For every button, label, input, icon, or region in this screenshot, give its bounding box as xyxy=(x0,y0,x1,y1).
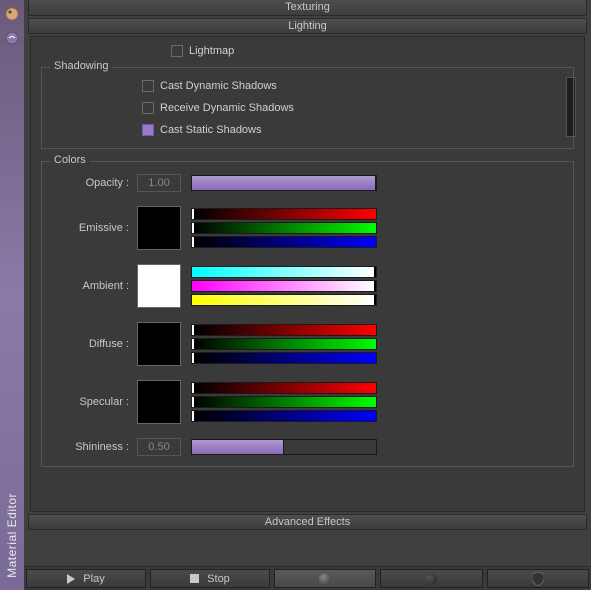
play-label: Play xyxy=(83,573,104,585)
emissive-sliders xyxy=(191,208,377,248)
shininess-label: Shininess : xyxy=(52,441,137,453)
colors-group-label: Colors xyxy=(50,154,90,166)
receive-dynamic-row: Receive Dynamic Shadows xyxy=(142,102,563,114)
diffuse-b-slider[interactable] xyxy=(191,352,377,364)
preview-cube-button[interactable] xyxy=(380,569,482,588)
specular-r-slider[interactable] xyxy=(191,382,377,394)
play-icon xyxy=(67,574,75,584)
diffuse-g-slider[interactable] xyxy=(191,338,377,350)
ambient-row: Ambient : xyxy=(52,264,563,308)
preview-shield-button[interactable] xyxy=(487,569,589,588)
tool-icon-1[interactable] xyxy=(2,4,22,24)
preview-sphere-button[interactable] xyxy=(274,569,376,588)
cast-static-label: Cast Static Shadows xyxy=(160,124,262,136)
shield-icon xyxy=(532,572,544,586)
bottom-bar: Play Stop xyxy=(24,566,591,590)
emissive-row: Emissive : xyxy=(52,206,563,250)
specular-swatch[interactable] xyxy=(137,380,181,424)
cast-dynamic-checkbox[interactable] xyxy=(142,80,154,92)
diffuse-swatch[interactable] xyxy=(137,322,181,366)
shadowing-group-label: Shadowing xyxy=(50,60,112,72)
diffuse-label: Diffuse : xyxy=(52,338,137,350)
diffuse-r-slider[interactable] xyxy=(191,324,377,336)
opacity-slider[interactable] xyxy=(191,175,377,191)
tool-icon-2[interactable] xyxy=(2,28,22,48)
stop-button[interactable]: Stop xyxy=(150,569,270,588)
left-toolbar: Material Editor xyxy=(0,0,24,590)
section-lighting[interactable]: Lighting xyxy=(28,18,587,34)
emissive-label: Emissive : xyxy=(52,222,137,234)
ambient-g-slider[interactable] xyxy=(191,280,377,292)
emissive-b-slider[interactable] xyxy=(191,236,377,248)
cast-dynamic-row: Cast Dynamic Shadows xyxy=(142,80,563,92)
panel-title-vertical: Material Editor xyxy=(5,493,19,578)
stop-label: Stop xyxy=(207,573,230,585)
opacity-input[interactable]: 1.00 xyxy=(137,174,181,192)
lightmap-checkbox[interactable] xyxy=(171,45,183,57)
stop-icon xyxy=(190,574,199,583)
sphere-icon xyxy=(319,573,331,585)
play-button[interactable]: Play xyxy=(26,569,146,588)
main-area: Texturing Lighting Lightmap Shadowing Ca… xyxy=(24,0,591,590)
specular-row: Specular : xyxy=(52,380,563,424)
lighting-panel: Lightmap Shadowing Cast Dynamic Shadows … xyxy=(30,36,585,512)
shininess-input[interactable]: 0.50 xyxy=(137,438,181,456)
shininess-row: Shininess : 0.50 xyxy=(52,438,563,456)
specular-b-slider[interactable] xyxy=(191,410,377,422)
colors-group: Colors Opacity : 1.00 Emissive : xyxy=(41,161,574,467)
diffuse-sliders xyxy=(191,324,377,364)
opacity-label: Opacity : xyxy=(52,177,137,189)
section-texturing[interactable]: Texturing xyxy=(28,0,587,16)
receive-dynamic-checkbox[interactable] xyxy=(142,102,154,114)
specular-label: Specular : xyxy=(52,396,137,408)
cube-icon xyxy=(425,573,437,585)
cast-static-row: Cast Static Shadows xyxy=(142,124,563,136)
cast-static-checkbox[interactable] xyxy=(142,124,154,136)
ambient-b-slider[interactable] xyxy=(191,294,377,306)
section-advanced[interactable]: Advanced Effects xyxy=(28,514,587,530)
opacity-row: Opacity : 1.00 xyxy=(52,174,563,192)
lightmap-label: Lightmap xyxy=(189,45,234,57)
emissive-g-slider[interactable] xyxy=(191,222,377,234)
cast-dynamic-label: Cast Dynamic Shadows xyxy=(160,80,277,92)
ambient-sliders xyxy=(191,266,377,306)
ambient-swatch[interactable] xyxy=(137,264,181,308)
diffuse-row: Diffuse : xyxy=(52,322,563,366)
receive-dynamic-label: Receive Dynamic Shadows xyxy=(160,102,294,114)
shininess-slider[interactable] xyxy=(191,439,377,455)
ambient-r-slider[interactable] xyxy=(191,266,377,278)
emissive-swatch[interactable] xyxy=(137,206,181,250)
specular-g-slider[interactable] xyxy=(191,396,377,408)
lightmap-row: Lightmap xyxy=(171,45,574,57)
shadowing-group: Shadowing Cast Dynamic Shadows Receive D… xyxy=(41,67,574,149)
emissive-r-slider[interactable] xyxy=(191,208,377,220)
ambient-label: Ambient : xyxy=(52,280,137,292)
specular-sliders xyxy=(191,382,377,422)
